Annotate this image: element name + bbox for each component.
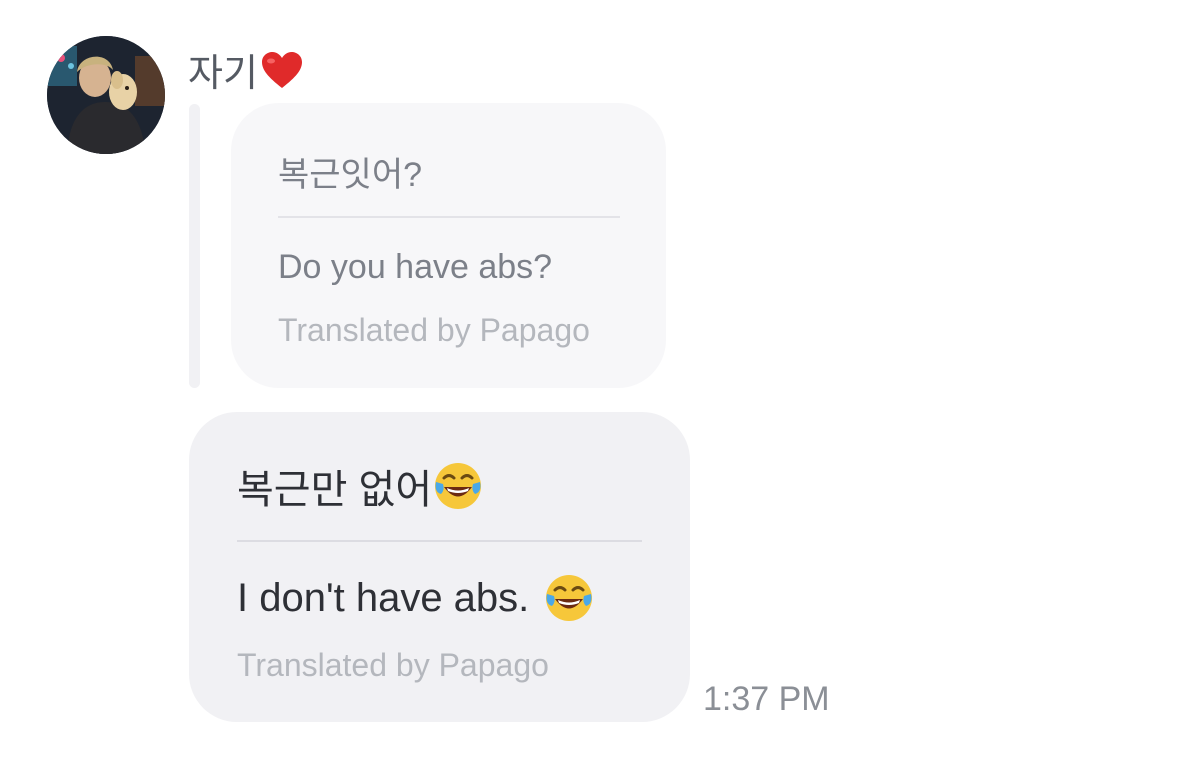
reply-message-translation-text: I don't have abs.: [237, 575, 530, 620]
sender-name-text: 자기: [188, 53, 258, 95]
avatar-photo: [47, 36, 165, 154]
face-with-tears-of-joy-icon: [546, 575, 593, 621]
quoted-message-divider: [278, 216, 620, 218]
reply-message-divider: [237, 540, 642, 542]
reply-message-translation: I don't have abs.: [237, 572, 595, 624]
reply-message-translation-credit: Translated by Papago: [237, 647, 549, 683]
reply-quote-bar: [189, 104, 200, 388]
face-with-tears-of-joy-icon: [435, 463, 482, 509]
reply-message-original-text: 복근만 없어: [237, 468, 433, 512]
quoted-message-bubble[interactable]: 복근잇어? Do you have abs? Translated by Pap…: [231, 103, 666, 388]
sender-name: 자기: [188, 42, 304, 97]
message-timestamp: 1:37 PM: [703, 680, 830, 718]
quoted-message-translation: Do you have abs?: [278, 248, 553, 286]
reply-message-bubble[interactable]: 복근만 없어 I don't have abs. Translated by P…: [189, 412, 690, 722]
reply-message-original: 복근만 없어: [237, 457, 484, 515]
quoted-message-translation-credit: Translated by Papago: [278, 312, 590, 348]
quoted-message-original: 복근잇어?: [278, 156, 423, 194]
red-heart-icon: [261, 51, 302, 88]
chat-thread: 자기 복근잇어? Do you have abs? Translated by …: [0, 0, 1199, 758]
sender-avatar[interactable]: [47, 36, 165, 154]
